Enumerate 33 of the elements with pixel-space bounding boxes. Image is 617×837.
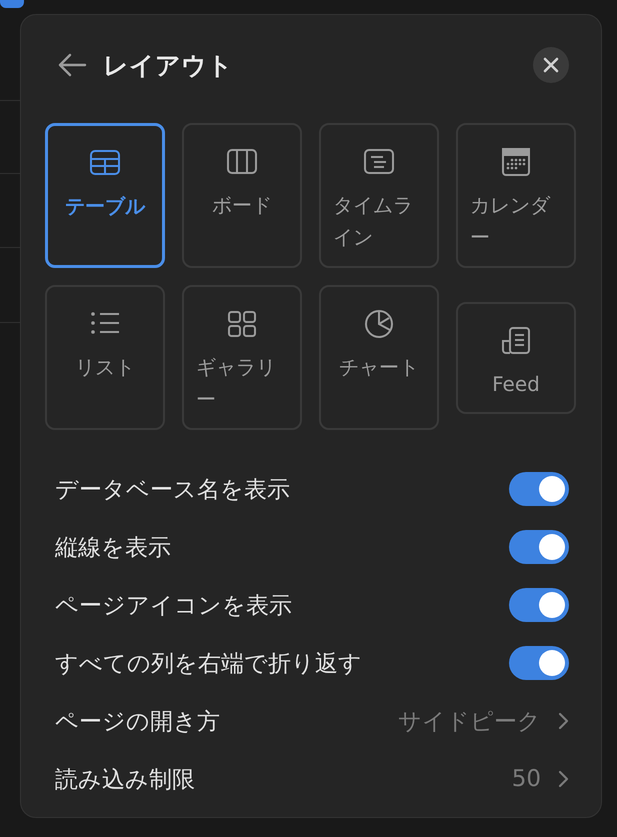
setting-label: ページの開き方 <box>55 708 220 736</box>
toggle-switch[interactable] <box>509 472 569 506</box>
layout-option[interactable]: タイムライン <box>319 123 439 268</box>
toggle-switch[interactable] <box>509 646 569 680</box>
board-icon <box>225 147 259 177</box>
timeline-icon <box>362 147 396 177</box>
toggle-switch[interactable] <box>509 588 569 622</box>
layout-option[interactable]: Feed <box>456 302 576 414</box>
chart-icon <box>362 309 396 339</box>
back-icon[interactable] <box>57 53 87 77</box>
option-select[interactable]: 50 <box>512 766 569 792</box>
layout-option[interactable]: ギャラリー <box>182 285 302 430</box>
layout-option[interactable]: ボード <box>182 123 302 268</box>
close-button[interactable] <box>533 47 569 83</box>
setting-label: データベース名を表示 <box>55 476 290 504</box>
layout-option[interactable]: リスト <box>45 285 165 430</box>
setting-label: すべての列を右端で折り返す <box>55 650 362 678</box>
option-select[interactable]: サイドピーク <box>398 706 569 736</box>
table-icon <box>88 148 122 178</box>
calendar-icon <box>499 147 533 177</box>
close-icon <box>543 57 559 73</box>
gallery-icon <box>225 309 259 339</box>
layout-option[interactable]: チャート <box>319 285 439 430</box>
layout-option[interactable]: カレンダー <box>456 123 576 268</box>
chevron-icon <box>557 769 569 789</box>
panel-title: レイアウト <box>103 50 234 82</box>
setting-label: ページアイコンを表示 <box>55 592 292 620</box>
chevron-icon <box>557 711 569 731</box>
feed-icon <box>499 326 533 356</box>
setting-label: 縦線を表示 <box>55 534 171 562</box>
setting-label: 読み込み制限 <box>55 766 195 794</box>
toggle-switch[interactable] <box>509 530 569 564</box>
layout-option[interactable]: テーブル <box>45 123 165 268</box>
